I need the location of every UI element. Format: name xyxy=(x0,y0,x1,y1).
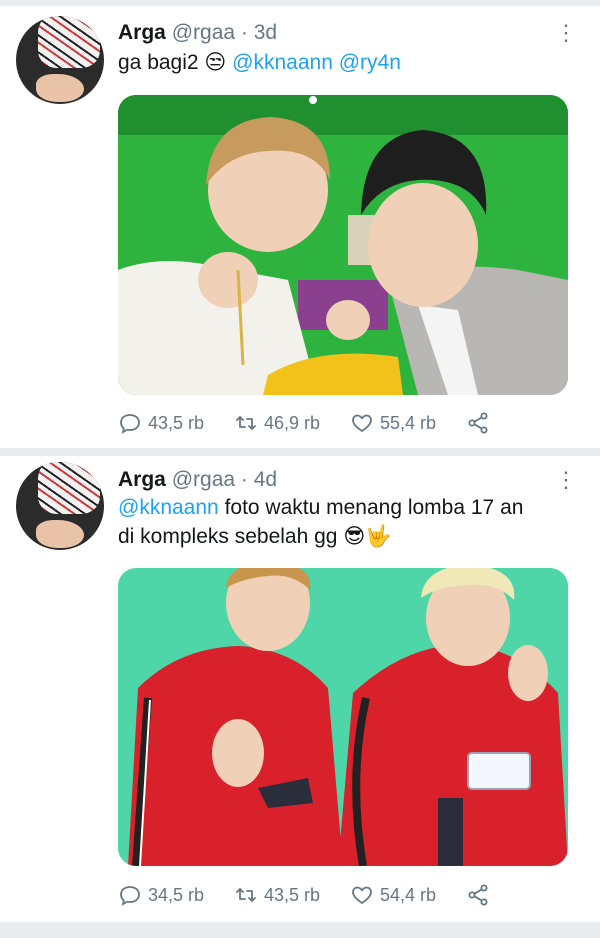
reply-button[interactable]: 43,5 rb xyxy=(118,408,204,438)
timestamp[interactable]: 3d xyxy=(254,21,277,44)
tweet-actions: 43,5 rb 46,9 rb 55,4 rb xyxy=(118,408,578,438)
retweet-count: 46,9 rb xyxy=(264,412,321,433)
tweet-photo[interactable] xyxy=(118,95,568,395)
reply-button[interactable]: 34,5 rb xyxy=(118,880,204,910)
tweet-body: ga bagi2 xyxy=(118,51,199,74)
tweet-body-line-2: di kompleks sebelah gg xyxy=(118,525,338,548)
like-button[interactable]: 54,4 rb xyxy=(350,880,436,910)
mention-link[interactable]: @kknaann xyxy=(232,51,333,74)
share-icon xyxy=(468,884,488,906)
like-count: 54,4 rb xyxy=(380,884,437,905)
top-divider xyxy=(0,0,600,6)
reply-icon xyxy=(120,414,140,434)
bottom-divider xyxy=(0,922,600,938)
timestamp[interactable]: 4d xyxy=(254,468,277,491)
unamused-emoji: 😒 xyxy=(204,50,227,74)
like-button[interactable]: 55,4 rb xyxy=(350,408,436,438)
tweet-line-2: di kompleks sebelah gg 😎🤟 xyxy=(118,522,578,551)
reply-icon xyxy=(120,886,140,906)
reply-count: 34,5 rb xyxy=(148,884,205,905)
more-vertical-icon[interactable]: ⋮ xyxy=(555,18,577,48)
author-handle[interactable]: @rgaa xyxy=(172,21,235,44)
author-handle[interactable]: @rgaa xyxy=(172,468,235,491)
tweet-body-line-1: foto waktu menang lomba 17 an xyxy=(224,496,524,519)
tweet-divider xyxy=(0,448,600,456)
retweet-icon xyxy=(236,416,256,430)
reply-count: 43,5 rb xyxy=(148,412,205,433)
tweet-header: Arga @rgaa · 4d xyxy=(118,465,277,495)
mention-link[interactable]: @kknaann xyxy=(118,496,219,519)
like-count: 55,4 rb xyxy=(380,412,437,433)
tweet-text: @kknaann foto waktu menang lomba 17 an d… xyxy=(118,494,578,551)
retweet-button[interactable]: 43,5 rb xyxy=(234,880,320,910)
tweet-actions: 34,5 rb 43,5 rb 54,4 rb xyxy=(118,880,578,910)
author-name[interactable]: Arga xyxy=(118,21,166,44)
share-icon xyxy=(468,412,488,434)
mention-link[interactable]: @ry4n xyxy=(339,51,401,74)
tweet-line-1: @kknaann foto waktu menang lomba 17 an xyxy=(118,494,578,522)
photo-two-people-green-screen xyxy=(118,95,568,395)
avatar[interactable] xyxy=(16,462,104,550)
sunglasses-rock-emoji: 😎🤟 xyxy=(343,524,392,548)
separator-dot: · xyxy=(240,468,248,491)
retweet-button[interactable]: 46,9 rb xyxy=(234,408,320,438)
heart-icon xyxy=(352,414,372,433)
separator-dot: · xyxy=(240,21,248,44)
retweet-icon xyxy=(236,888,256,902)
tweet-photo[interactable] xyxy=(118,568,568,866)
tweet-header: Arga @rgaa · 3d xyxy=(118,18,277,48)
share-button[interactable] xyxy=(466,880,496,910)
more-vertical-icon[interactable]: ⋮ xyxy=(555,465,577,495)
tweet-text: ga bagi2 😒 @kknaann @ry4n xyxy=(118,48,578,77)
avatar[interactable] xyxy=(16,16,104,104)
retweet-count: 43,5 rb xyxy=(264,884,321,905)
author-name[interactable]: Arga xyxy=(118,468,166,491)
share-button[interactable] xyxy=(466,408,496,438)
heart-icon xyxy=(352,886,372,905)
photo-two-people-red-jackets xyxy=(118,568,568,866)
